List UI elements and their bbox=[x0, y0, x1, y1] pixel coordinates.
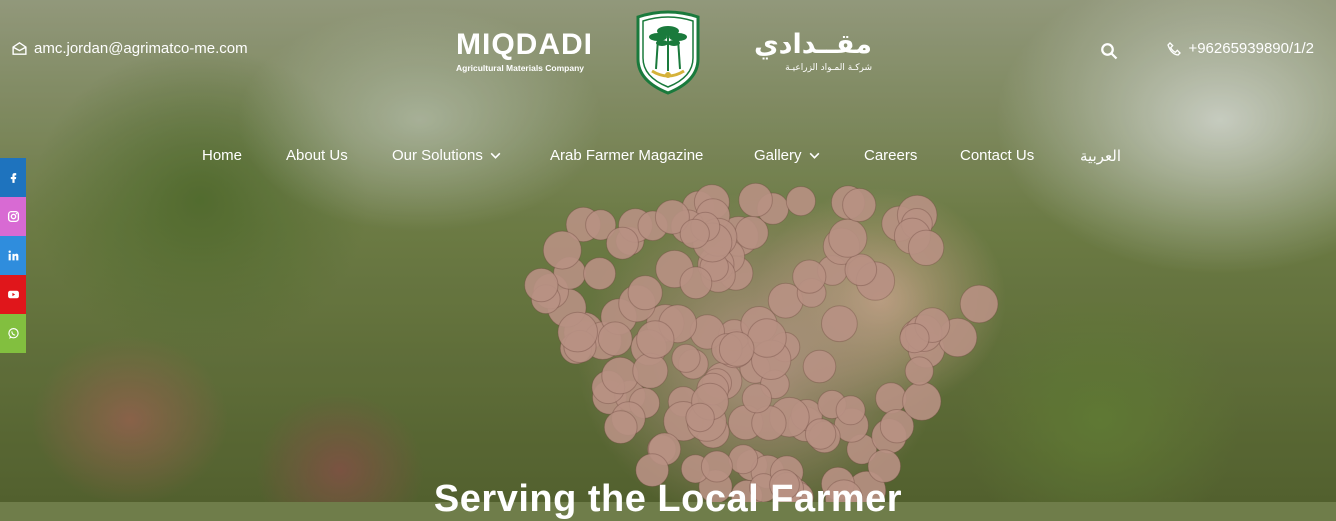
facebook-button[interactable] bbox=[0, 158, 26, 197]
nav-magazine-label: Arab Farmer Magazine bbox=[550, 147, 704, 164]
nav-gallery[interactable]: Gallery bbox=[754, 147, 821, 164]
chevron-down-icon bbox=[809, 152, 819, 159]
logo-ar-subtitle: شركـة المـواد الزراعيـة bbox=[785, 63, 872, 73]
logo-english[interactable]: MIQDADI Agricultural Materials Company bbox=[456, 28, 606, 74]
nav-contact-us[interactable]: Contact Us bbox=[960, 147, 1034, 164]
social-sidebar bbox=[0, 158, 26, 353]
search-icon[interactable] bbox=[1100, 42, 1118, 60]
hero-heading: Serving the Local Farmer bbox=[433, 478, 903, 520]
email-text: amc.jordan@agrimatco-me.com bbox=[34, 40, 248, 57]
phone-text: +96265939890/1/2 bbox=[1188, 40, 1314, 57]
logo-en-name: MIQDADI bbox=[456, 28, 593, 61]
logo-arabic[interactable]: مقــدادي شركـة المـواد الزراعيـة bbox=[732, 29, 872, 74]
email-link[interactable]: amc.jordan@agrimatco-me.com bbox=[11, 40, 248, 57]
whatsapp-button[interactable] bbox=[0, 314, 26, 353]
nav-careers-label: Careers bbox=[864, 147, 918, 164]
youtube-button[interactable] bbox=[0, 275, 26, 314]
instagram-icon bbox=[7, 210, 19, 223]
palm-emblem-logo[interactable] bbox=[632, 9, 704, 95]
nav-about-us[interactable]: About Us bbox=[286, 147, 348, 164]
nav-arabic-language[interactable]: العربية bbox=[1080, 147, 1121, 165]
instagram-button[interactable] bbox=[0, 197, 26, 236]
linkedin-button[interactable] bbox=[0, 236, 26, 275]
logo-ar-name: مقــدادي bbox=[753, 29, 872, 60]
phone-link[interactable]: +96265939890/1/2 bbox=[1166, 40, 1314, 57]
site-header: amc.jordan@agrimatco-me.com MIQDADI Agri… bbox=[0, 0, 1336, 110]
whatsapp-icon bbox=[7, 328, 19, 339]
linkedin-icon bbox=[8, 250, 18, 261]
chevron-down-icon bbox=[490, 152, 501, 159]
nav-contact-label: Contact Us bbox=[960, 147, 1035, 164]
nav-arab-farmer-magazine[interactable]: Arab Farmer Magazine bbox=[550, 147, 703, 164]
nav-careers[interactable]: Careers bbox=[864, 147, 917, 164]
facebook-icon bbox=[10, 173, 16, 183]
envelope-icon bbox=[12, 41, 27, 55]
nav-home[interactable]: Home bbox=[202, 147, 242, 164]
phone-icon bbox=[1167, 41, 1182, 56]
nav-gallery-label: Gallery bbox=[754, 147, 802, 164]
main-navigation: Home About Us Our Solutions Arab Farmer … bbox=[0, 143, 1336, 169]
nav-arabic-label: العربية bbox=[1080, 148, 1121, 165]
youtube-icon bbox=[7, 290, 19, 299]
nav-solutions-label: Our Solutions bbox=[392, 147, 483, 164]
logo-en-subtitle: Agricultural Materials Company bbox=[456, 63, 585, 73]
nav-home-label: Home bbox=[202, 147, 243, 164]
nav-about-label: About Us bbox=[286, 147, 348, 164]
nav-our-solutions[interactable]: Our Solutions bbox=[392, 147, 502, 164]
